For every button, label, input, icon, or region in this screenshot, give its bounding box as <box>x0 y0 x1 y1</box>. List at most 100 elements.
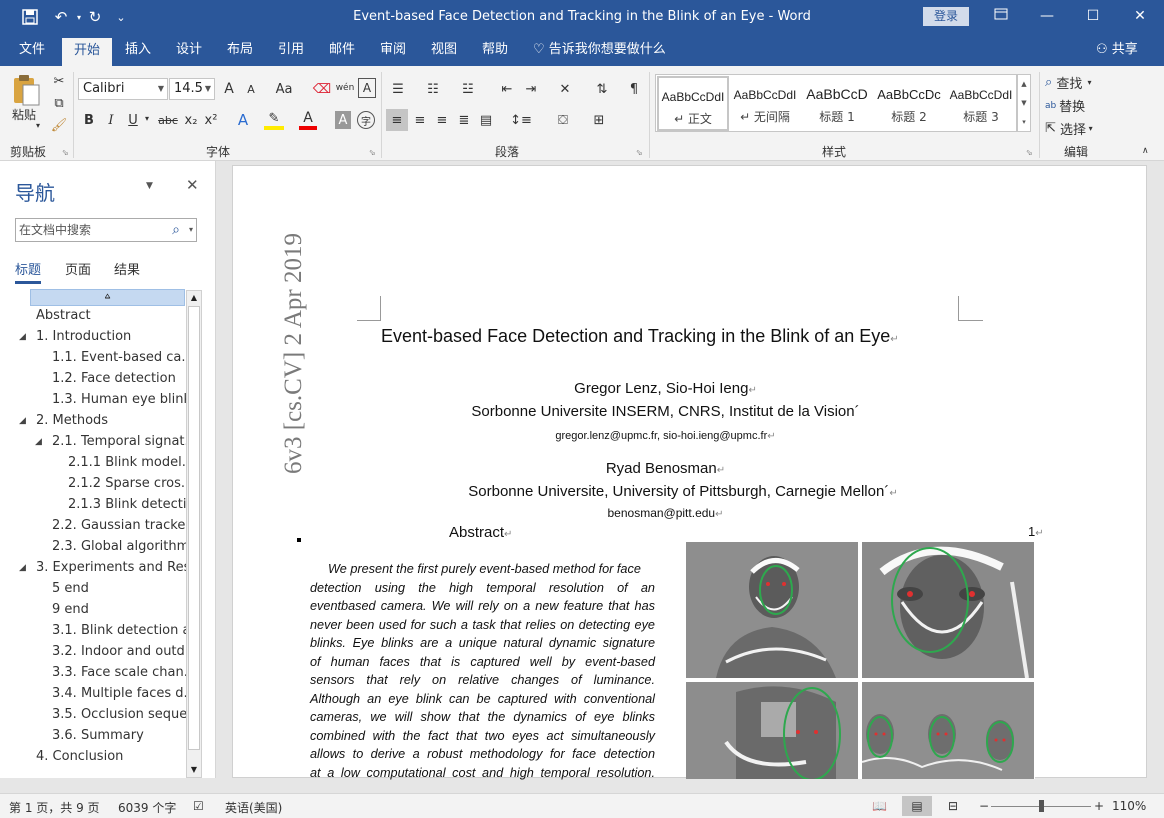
shading-icon[interactable]: ⛋ <box>548 109 578 131</box>
tab-review[interactable]: 审阅 <box>378 34 408 66</box>
tell-me-box[interactable]: ♡ 告诉我你想要做什么 <box>533 34 666 66</box>
font-color-icon[interactable]: A <box>299 110 317 130</box>
tab-mailings[interactable]: 邮件 <box>327 34 357 66</box>
zoom-out-icon[interactable]: − <box>979 799 989 813</box>
nav-heading-item[interactable]: 3.2. Indoor and outd... <box>52 644 197 659</box>
style-heading-3[interactable]: AaBbCcDdI 标题 3 <box>945 76 1017 131</box>
replace-button[interactable]: ab 替换 <box>1045 96 1085 115</box>
nav-heading-item[interactable]: 2.1.1 Blink model... <box>68 455 194 470</box>
grow-font-icon[interactable]: A <box>221 79 237 99</box>
maximize-icon[interactable]: ☐ <box>1073 5 1113 27</box>
paste-dropdown-icon[interactable]: ▾ <box>36 121 40 130</box>
zoom-slider-thumb[interactable] <box>1039 800 1044 812</box>
nav-heading-item[interactable]: 3.4. Multiple faces d... <box>52 686 196 701</box>
nav-heading-item[interactable]: 5 end <box>52 581 89 596</box>
show-marks-icon[interactable]: ¶ <box>624 79 644 99</box>
nav-scroll-thumb[interactable] <box>188 306 200 750</box>
tab-home[interactable]: 开始 <box>62 38 113 66</box>
strikethrough-button[interactable]: abc <box>157 110 179 130</box>
collapse-triangle-icon[interactable]: ◢ <box>19 416 26 426</box>
nav-heading-item[interactable]: 1.1. Event-based ca... <box>52 350 194 365</box>
search-icon[interactable]: ⌕ <box>172 219 180 241</box>
chinese-layout-icon[interactable]: ✕ <box>552 79 578 99</box>
character-shading-icon[interactable]: A <box>335 111 351 129</box>
paragraph-launcher-icon[interactable]: ⬂ <box>636 148 643 157</box>
tab-help[interactable]: 帮助 <box>480 34 510 66</box>
paste-icon[interactable] <box>9 72 43 108</box>
collapse-all-icon[interactable]: ⩠ <box>30 289 185 306</box>
subscript-button[interactable]: x₂ <box>182 110 200 130</box>
tab-design[interactable]: 设计 <box>174 34 204 66</box>
borders-icon[interactable]: ⊞ <box>584 109 614 131</box>
collapse-ribbon-icon[interactable]: ∧ <box>1142 146 1149 156</box>
nav-heading-item[interactable]: 2.2. Gaussian tracker <box>52 518 191 533</box>
text-effects-icon[interactable]: A <box>233 110 253 130</box>
share-button[interactable]: ⚇ 共享 <box>1096 34 1138 66</box>
bullets-icon[interactable]: ☰ <box>387 79 409 99</box>
decrease-indent-icon[interactable]: ⇤ <box>496 79 518 99</box>
enclose-characters-icon[interactable]: 字 <box>357 111 375 129</box>
nav-heading-item[interactable]: 2.1. Temporal signat... <box>52 434 197 449</box>
underline-button[interactable]: U <box>124 110 142 130</box>
tab-headings[interactable]: 标题 <box>15 259 41 278</box>
paste-label[interactable]: 粘贴 <box>12 106 36 123</box>
justify-icon[interactable]: ≣ <box>453 109 475 131</box>
chevron-down-icon[interactable]: ▾ <box>189 219 193 241</box>
highlight-icon[interactable]: ✎ <box>264 110 284 130</box>
ribbon-display-options-icon[interactable] <box>981 5 1021 27</box>
read-mode-icon[interactable]: 📖 <box>872 799 887 813</box>
change-case-icon[interactable]: Aa <box>270 79 298 99</box>
line-spacing-icon[interactable]: ↕≡ <box>506 109 536 131</box>
nav-heading-item[interactable]: 3. Experiments and Res... <box>36 560 203 575</box>
superscript-button[interactable]: x² <box>202 110 220 130</box>
font-name-combo[interactable]: Calibri ▼ <box>78 78 168 100</box>
font-size-combo[interactable]: 14.5 ▼ <box>169 78 215 100</box>
styles-launcher-icon[interactable]: ⬂ <box>1026 148 1033 157</box>
tab-layout[interactable]: 布局 <box>225 34 255 66</box>
close-icon[interactable]: ✕ <box>186 176 199 194</box>
search-input[interactable]: 在文档中搜索 ⌕ ▾ <box>15 218 197 242</box>
nav-heading-item[interactable]: 1.3. Human eye blinks <box>52 392 198 407</box>
numbering-icon[interactable]: ☷ <box>422 79 444 99</box>
align-right-icon[interactable]: ≡ <box>431 109 453 131</box>
tab-file[interactable]: 文件 <box>17 34 47 66</box>
style-heading-2[interactable]: AaBbCcDc 标题 2 <box>873 76 945 131</box>
find-button[interactable]: ⌕ 查找 ▾ <box>1045 73 1092 92</box>
tab-view[interactable]: 视图 <box>429 34 459 66</box>
nav-heading-item[interactable]: 3.1. Blink detection a... <box>52 623 203 638</box>
nav-heading-item[interactable]: 4. Conclusion <box>36 749 123 764</box>
align-left-icon[interactable]: ≡ <box>386 109 408 131</box>
nav-heading-item[interactable]: 1.2. Face detection <box>52 371 176 386</box>
language-indicator[interactable]: 英语(美国) <box>225 799 282 816</box>
cut-icon[interactable]: ✂ <box>50 72 68 90</box>
increase-indent-icon[interactable]: ⇥ <box>520 79 542 99</box>
page-count[interactable]: 第 1 页，共 9 页 <box>9 799 100 816</box>
shrink-font-icon[interactable]: A <box>243 79 259 99</box>
scroll-down-icon[interactable]: ▼ <box>188 764 200 776</box>
style-no-spacing[interactable]: AaBbCcDdI ↵ 无间隔 <box>729 76 801 131</box>
styles-scroll[interactable]: ▲ ▼ ▾ <box>1017 74 1031 132</box>
nav-heading-item[interactable]: 2. Methods <box>36 413 108 428</box>
tab-pages[interactable]: 页面 <box>65 259 91 278</box>
nav-heading-item[interactable]: 3.5. Occlusion seque... <box>52 707 200 722</box>
nav-heading-item[interactable]: 1. Introduction <box>36 329 131 344</box>
clipboard-launcher-icon[interactable]: ⬂ <box>62 148 69 157</box>
align-center-icon[interactable]: ≡ <box>409 109 431 131</box>
print-layout-icon[interactable]: ▤ <box>902 796 932 816</box>
document-page[interactable]: Event-based Face Detection and Tracking … <box>232 165 1147 781</box>
nav-heading-item[interactable]: 3.6. Summary <box>52 728 144 743</box>
scroll-up-icon[interactable]: ▲ <box>188 292 200 304</box>
login-button[interactable]: 登录 <box>923 7 969 26</box>
tab-insert[interactable]: 插入 <box>123 34 153 66</box>
copy-icon[interactable]: ⧉ <box>50 94 68 112</box>
nav-heading-item[interactable]: 2.3. Global algorithm <box>52 539 189 554</box>
collapse-triangle-icon[interactable]: ◢ <box>35 437 42 447</box>
character-border-icon[interactable]: A <box>358 78 376 98</box>
font-launcher-icon[interactable]: ⬂ <box>369 148 376 157</box>
select-button[interactable]: ⇱ 选择 ▾ <box>1045 119 1093 138</box>
style-heading-1[interactable]: AaBbCcD 标题 1 <box>801 76 873 131</box>
minimize-icon[interactable]: — <box>1027 5 1067 27</box>
nav-heading-item[interactable]: 3.3. Face scale chan... <box>52 665 196 680</box>
clear-formatting-icon[interactable]: ⌫ <box>312 79 332 99</box>
phonetic-guide-icon[interactable]: wén <box>334 76 356 100</box>
